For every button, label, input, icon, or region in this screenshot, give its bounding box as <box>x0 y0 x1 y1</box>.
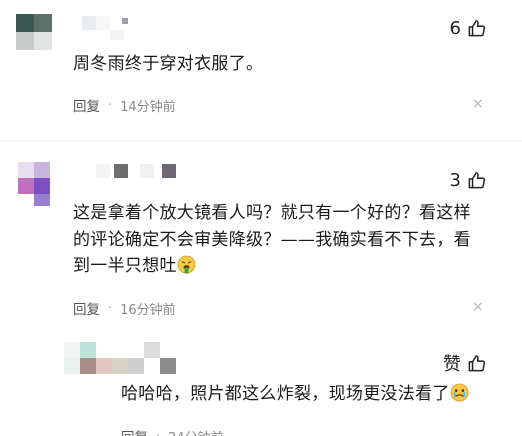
meta-dot: · <box>108 97 113 113</box>
thumbs-up-icon <box>467 354 486 373</box>
thumbs-up-icon <box>467 171 486 190</box>
username-pixelated[interactable] <box>82 16 142 40</box>
timestamp: 14分钟前 <box>120 99 176 115</box>
timestamp: 24分钟前 <box>168 427 224 436</box>
like-button[interactable]: 赞 <box>443 350 486 376</box>
reply-button[interactable]: 回复 <box>73 298 100 318</box>
meta-dot: · <box>156 428 161 436</box>
comment-meta: 回复 · 24分钟前 <box>121 426 224 436</box>
reply-button[interactable]: 回复 <box>73 95 100 115</box>
meta-dot: · <box>108 300 113 316</box>
reply-text-content: 哈哈哈，照片都这么炸裂，现场更没法看了 <box>121 384 450 404</box>
avatar[interactable] <box>16 14 52 50</box>
thumbs-up-icon <box>467 19 486 38</box>
comment-text: 周冬雨终于穿对衣服了。 <box>73 54 264 74</box>
vomiting-face-emoji-icon <box>177 255 196 274</box>
comment-meta: 回复 · 14分钟前 <box>73 95 176 116</box>
comment-line-1: 这是拿着个放大镜看人吗？就只有一个好的？看这样 <box>73 203 471 223</box>
like-count: 6 <box>449 18 461 39</box>
divider <box>0 140 522 141</box>
comment-2: 3 这是拿着个放大镜看人吗？就只有一个好的？看这样 的评论确定不会审美降级？——… <box>0 150 522 340</box>
timestamp: 16分钟前 <box>120 302 176 318</box>
reply-button[interactable]: 回复 <box>121 426 148 436</box>
comment-1: 6 周冬雨终于穿对衣服了。 回复 · 14分钟前 × <box>0 0 522 140</box>
reply-comment: 赞 哈哈哈，照片都这么炸裂，现场更没法看了 回复 · 24分钟前 <box>0 330 522 436</box>
reply-text: 哈哈哈，照片都这么炸裂，现场更没法看了 <box>121 381 469 408</box>
close-icon[interactable]: × <box>472 96 484 112</box>
comment-line-3-text: 到一半只想吐 <box>73 256 177 276</box>
username-pixelated[interactable] <box>96 164 186 184</box>
avatar[interactable] <box>64 342 184 374</box>
like-button[interactable]: 3 <box>450 170 486 191</box>
close-icon[interactable]: × <box>472 299 484 315</box>
comment-line-2: 的评论确定不会审美降级？——我确实看不下去，看 <box>73 229 471 250</box>
comment-text: 这是拿着个放大镜看人吗？就只有一个好的？看这样 的评论确定不会审美降级？——我确… <box>73 200 471 280</box>
like-button[interactable]: 6 <box>450 18 486 39</box>
comment-line-3: 到一半只想吐 <box>73 253 471 280</box>
crying-face-emoji-icon <box>450 383 469 402</box>
avatar[interactable] <box>16 160 52 206</box>
comment-meta: 回复 · 16分钟前 <box>73 298 176 319</box>
like-count: 3 <box>449 170 461 191</box>
like-label: 赞 <box>443 354 461 375</box>
